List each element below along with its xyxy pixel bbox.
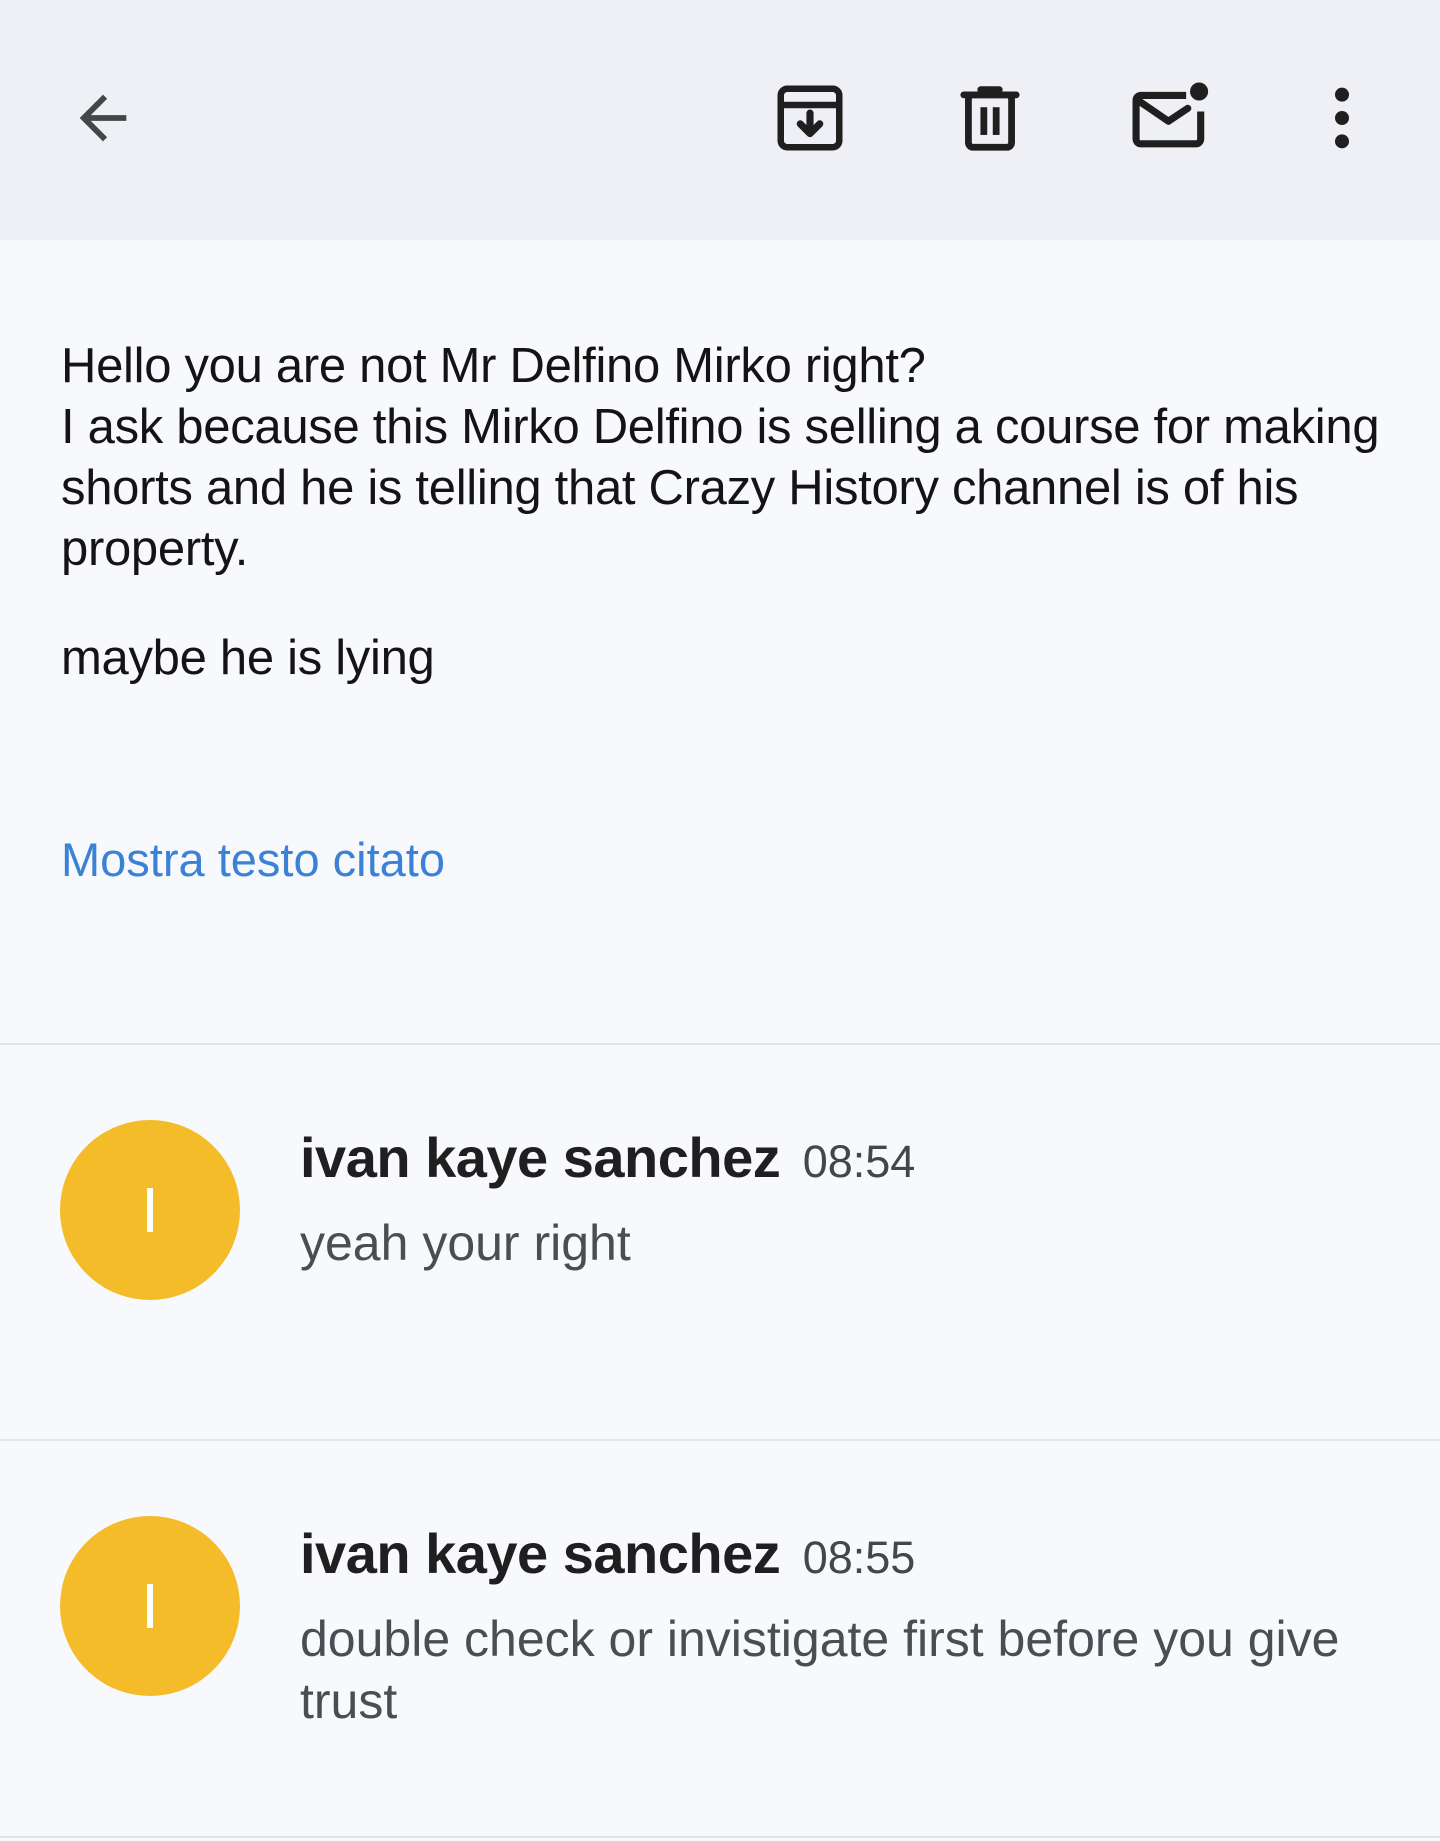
show-quoted-text-link[interactable]: Mostra testo citato	[61, 830, 445, 890]
mark-unread-button[interactable]	[1115, 63, 1225, 173]
thread-message[interactable]: I ivan kaye sanchez 08:54 yeah your righ…	[0, 1045, 1440, 1439]
message-snippet: yeah your right	[300, 1215, 631, 1271]
message-snippet: double check or invistigate first before…	[300, 1611, 1340, 1729]
top-app-bar	[0, 0, 1440, 240]
avatar[interactable]: I	[60, 1516, 240, 1696]
avatar[interactable]: I	[60, 1120, 240, 1300]
archive-button[interactable]	[755, 63, 865, 173]
body-line: Hello you are not Mr Delfino Mirko right…	[61, 339, 926, 393]
body-line: maybe he is lying	[61, 631, 435, 685]
email-body: Hello you are not Mr Delfino Mirko right…	[61, 336, 1391, 689]
more-options-button[interactable]	[1287, 63, 1397, 173]
delete-button[interactable]	[935, 63, 1045, 173]
back-button[interactable]	[48, 63, 158, 173]
message-time: 08:54	[802, 1136, 916, 1187]
message-time: 08:55	[802, 1532, 916, 1583]
mail-unread-icon	[1132, 82, 1209, 148]
message-header: ivan kaye sanchez 08:54	[300, 1125, 915, 1190]
thread-message[interactable]: I ivan kaye sanchez 08:55 double check o…	[0, 1441, 1440, 1837]
archive-icon	[777, 85, 843, 151]
body-line: I ask because this Mirko Delfino is sell…	[61, 400, 1380, 576]
trash-icon	[960, 86, 1020, 151]
sender-name: ivan kaye sanchez	[300, 1522, 781, 1585]
arrow-back-icon	[79, 94, 127, 142]
divider	[0, 1836, 1440, 1838]
more-vert-icon	[1335, 87, 1349, 149]
sender-name: ivan kaye sanchez	[300, 1126, 781, 1189]
message-header: ivan kaye sanchez 08:55	[300, 1521, 915, 1586]
